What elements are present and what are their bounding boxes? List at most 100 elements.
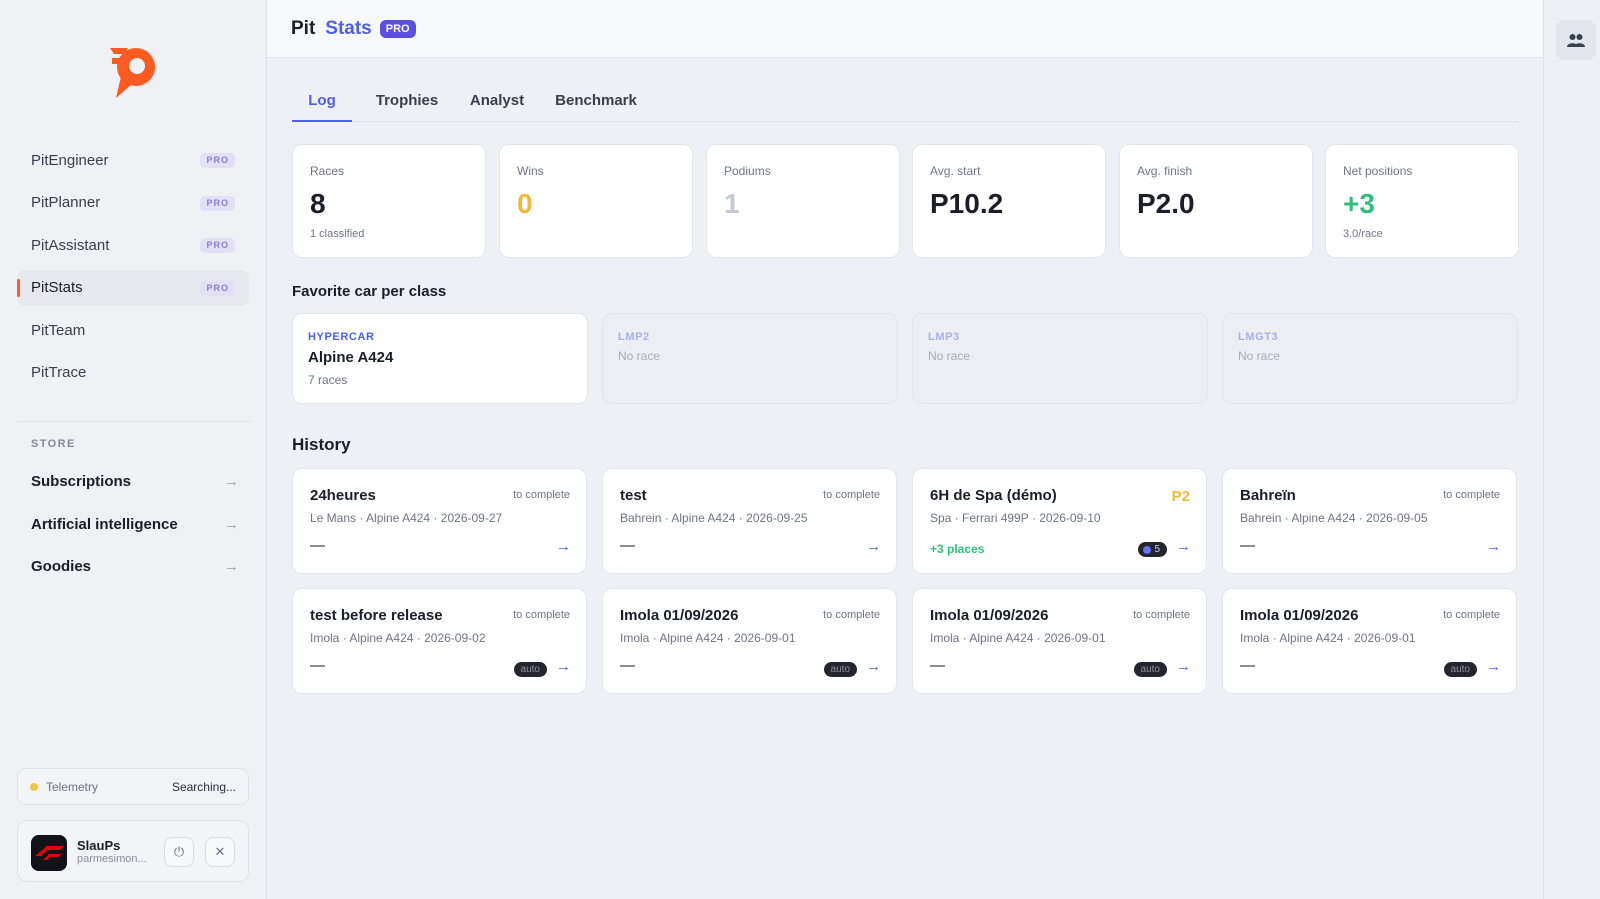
stat-label: Wins [517,164,544,178]
store-item-subscriptions[interactable]: Subscriptions → [31,468,239,494]
sidebar-item-pitengineer[interactable]: PitEngineer PRO [17,142,249,178]
auto-badge: auto [823,662,857,677]
race-date: 2026-09-10 [1039,511,1101,525]
race-track: Le Mans [310,511,357,525]
sidebar-divider [17,421,251,422]
race-track: Imola [310,631,340,645]
store-item-goodies[interactable]: Goodies → [31,553,239,579]
separator: · [342,631,347,645]
race-result: — [1240,537,1255,554]
arrow-right-icon[interactable]: → [866,658,881,675]
race-card[interactable]: 6H de Spa (démo) P2 Spa · Ferrari 499P ·… [912,468,1207,574]
close-button[interactable]: ✕ [205,837,235,867]
favorite-car-card: LMP2 No race [602,313,898,404]
arrow-right-icon[interactable]: → [1486,538,1501,555]
race-title: Imola 01/09/2026 [1240,607,1359,624]
race-card[interactable]: Imola 01/09/2026 to complete Imola · Alp… [602,588,897,694]
stat-card-wins: Wins 0 [499,144,693,258]
stat-value: P2.0 [1137,188,1195,219]
sidebar-item-pitstats[interactable]: PitStats PRO [17,269,249,306]
race-date: 2026-09-05 [1366,511,1428,525]
race-date: 2026-09-01 [1354,631,1416,645]
badge-count: 5 [1154,544,1160,555]
arrow-right-icon: → [224,515,239,533]
race-car: Alpine A424 [671,511,736,525]
race-car: Alpine A424 [366,511,431,525]
tab-analyst[interactable]: Analyst [462,86,532,122]
arrow-right-icon[interactable]: → [1176,538,1191,555]
close-icon: ✕ [214,844,226,859]
tab-benchmark[interactable]: Benchmark [548,86,644,122]
sidebar-item-pitassistant[interactable]: PitAssistant PRO [17,227,249,263]
race-date: 2026-09-25 [746,511,808,525]
race-result: — [1240,657,1255,674]
race-card[interactable]: test to complete Bahrein · Alpine A424 ·… [602,468,897,574]
arrow-right-icon[interactable]: → [866,538,881,555]
separator: · [416,631,421,645]
pitstats-logo[interactable] [108,44,160,100]
telemetry-status: Telemetry Searching... [17,768,249,805]
race-card[interactable]: test before release to complete Imola · … [292,588,587,694]
user-card: SlauPs parmesimon... ⏻ ✕ [17,820,249,882]
separator: · [1284,511,1289,525]
favorite-car-card: LMGT3 No race [1222,313,1518,404]
telemetry-label: Telemetry [46,779,99,794]
race-meta: Bahrein · Alpine A424 · 2026-09-05 [1240,511,1428,525]
sidebar-item-label: PitAssistant [31,236,110,254]
pro-badge: PRO [200,238,235,253]
race-status: to complete [513,489,570,501]
arrow-right-icon: → [224,557,239,575]
arrow-right-icon[interactable]: → [556,658,571,675]
sidebar-item-pittrace[interactable]: PitTrace [17,355,249,391]
race-car: Alpine A424 [1291,511,1356,525]
stat-label: Races [310,164,345,178]
race-track: Spa [930,511,952,525]
power-button[interactable]: ⏻ [164,837,194,867]
stat-card-avg-finish: Avg. finish P2.0 [1119,144,1313,258]
arrow-right-icon[interactable]: → [556,538,571,555]
race-status: to complete [823,489,880,501]
separator: · [726,631,731,645]
telemetry-state: Searching... [171,779,236,794]
arrow-right-icon[interactable]: → [1176,658,1191,675]
race-card[interactable]: Bahreïn to complete Bahrein · Alpine A42… [1222,468,1517,574]
race-status: to complete [1133,609,1190,621]
right-rail [1543,0,1600,899]
stat-value: 0 [517,188,533,219]
separator: · [738,511,743,525]
tab-trophies[interactable]: Trophies [366,86,448,122]
race-result: +3 places [930,542,985,556]
race-card[interactable]: 24heures to complete Le Mans · Alpine A4… [292,468,587,574]
power-icon: ⏻ [173,844,185,859]
race-title: Bahreïn [1240,487,1296,504]
separator: · [664,511,669,525]
class-label: HYPERCAR [308,331,375,343]
tab-bar: Log Trophies Analyst Benchmark [292,86,1518,122]
sidebar-item-pitplanner[interactable]: PitPlanner PRO [17,185,249,221]
avatar [31,835,67,871]
stat-value: P10.2 [930,188,1004,219]
race-card[interactable]: Imola 01/09/2026 to complete Imola · Alp… [912,588,1207,694]
race-date: 2026-09-27 [440,511,503,525]
store-heading: STORE [31,438,76,450]
race-track: Bahrein [1240,511,1282,525]
pro-badge: PRO [200,280,235,296]
separator: · [954,511,959,525]
team-button[interactable] [1556,20,1596,60]
separator: · [1031,511,1036,525]
race-status: to complete [1443,489,1500,501]
favorite-car-card: LMP3 No race [912,313,1208,404]
race-date: 2026-09-02 [424,631,486,645]
sidebar-item-pitteam[interactable]: PitTeam [17,312,249,348]
arrow-right-icon[interactable]: → [1486,658,1501,675]
race-track: Bahrein [620,511,662,525]
stat-card-races: Races 8 1 classified [292,144,486,258]
no-race-text: No race [928,349,971,363]
separator: · [433,511,438,525]
race-result: — [310,537,325,554]
store-item-artificial-intelligence[interactable]: Artificial intelligence → [31,511,239,537]
tab-log[interactable]: Log [292,86,352,122]
stat-label: Net positions [1343,164,1413,178]
race-card[interactable]: Imola 01/09/2026 to complete Imola · Alp… [1222,588,1517,694]
separator: · [1036,631,1041,645]
